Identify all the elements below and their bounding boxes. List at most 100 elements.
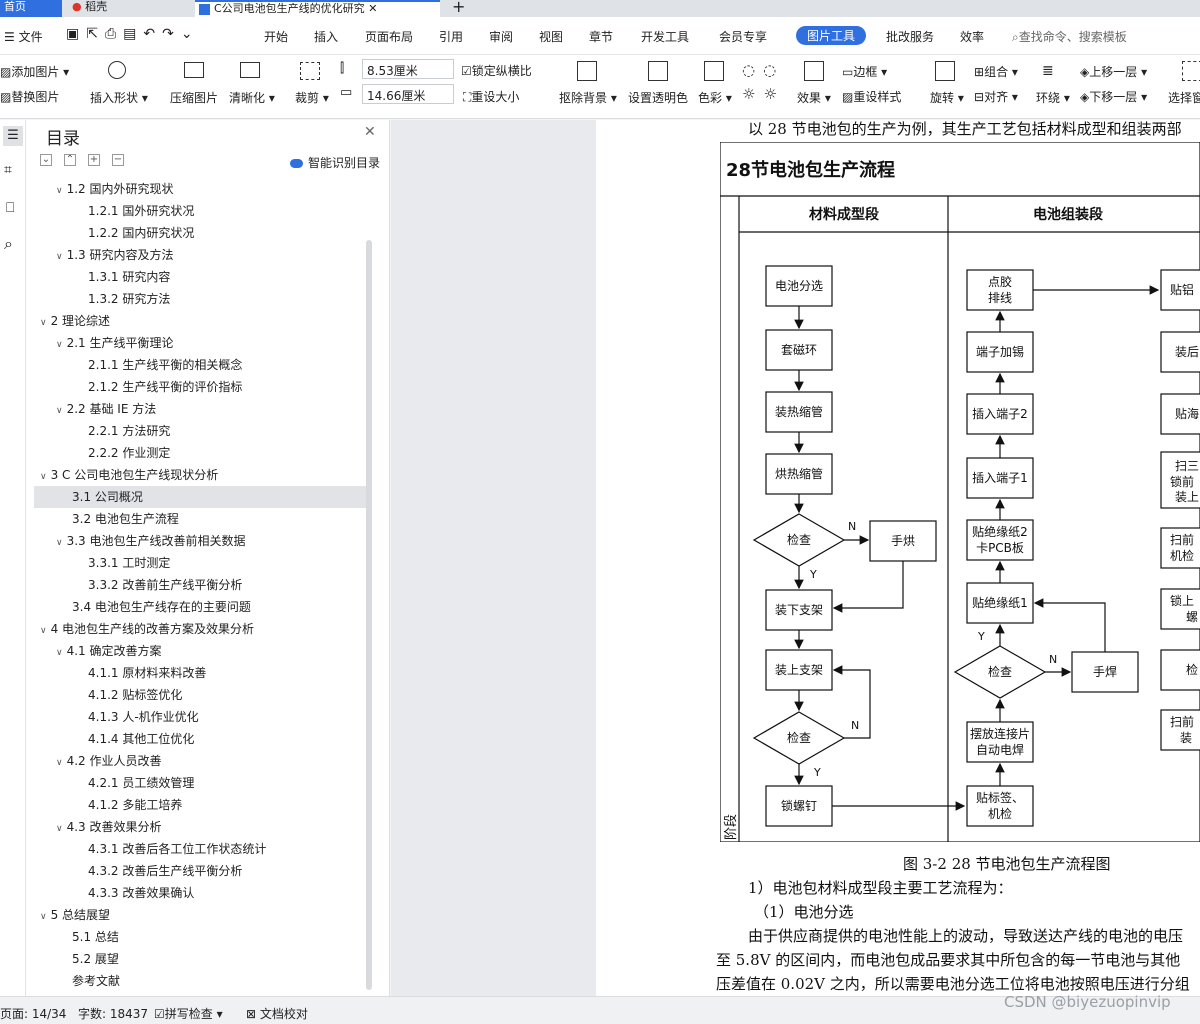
toc-item[interactable]: ∨ 5 总结展望 — [34, 904, 368, 926]
menu-layout[interactable]: 页面布局 — [365, 28, 413, 45]
set-transparent-button[interactable]: 设置透明色 — [628, 89, 688, 106]
toc-item[interactable]: 1.3.2 研究方法 — [34, 288, 368, 310]
new-tab-button[interactable]: + — [452, 0, 465, 16]
contrast-down-icon[interactable]: ◌ — [763, 61, 784, 79]
command-search[interactable]: ⌕查找命令、搜索模板 — [1012, 28, 1127, 45]
chevron-down-icon[interactable]: ⌄ — [181, 26, 200, 42]
toc-item[interactable]: ∨ 3 C 公司电池包生产线现状分析 — [34, 464, 368, 486]
remove-bg-button[interactable]: 抠除背景 ▾ — [559, 89, 617, 106]
menu-start[interactable]: 开始 — [264, 28, 288, 45]
brightness-down-icon[interactable]: ☼ — [763, 85, 784, 103]
print-icon[interactable]: ⎙ — [105, 26, 123, 42]
close-icon[interactable]: ✕ — [368, 2, 377, 15]
toc-item[interactable]: 1.2.2 国内研究状况 — [34, 222, 368, 244]
export-icon[interactable]: ⇱ — [86, 26, 105, 42]
menu-correction[interactable]: 批改服务 — [886, 28, 934, 45]
chevron-down-icon[interactable]: ∨ — [56, 340, 63, 350]
toc-item[interactable]: ∨ 4 电池包生产线的改善方案及效果分析 — [34, 618, 368, 640]
chevron-down-icon[interactable]: ∨ — [56, 648, 63, 658]
flowchart-figure[interactable]: 28节电池包生产流程 材料成型段 电池组装段 阶段 电池分选 套磁环 装热缩管 … — [720, 142, 1200, 842]
menu-developer[interactable]: 开发工具 — [641, 28, 689, 45]
toc-item[interactable]: 5.1 总结 — [34, 926, 368, 948]
lock-ratio-checkbox[interactable]: ☑锁定纵横比 — [461, 62, 532, 79]
crop-button[interactable]: 裁剪 ▾ — [295, 89, 329, 106]
menu-view[interactable]: 视图 — [539, 28, 563, 45]
toc-item[interactable]: 4.1.2 贴标签优化 — [34, 684, 368, 706]
menu-insert[interactable]: 插入 — [314, 28, 338, 45]
chevron-down-icon[interactable]: ∨ — [56, 824, 63, 834]
menu-picture-tools[interactable]: 图片工具 — [796, 26, 867, 45]
toc-item[interactable]: 3.1 公司概况 — [34, 486, 368, 508]
save-icon[interactable]: ▣ — [66, 26, 86, 42]
toc-item[interactable]: 4.3.2 改善后生产线平衡分析 — [34, 860, 368, 882]
send-backward-button[interactable]: ◈下移一层 ▾ — [1080, 88, 1147, 105]
align-button[interactable]: ⊟对齐 ▾ — [974, 88, 1018, 105]
find-icon[interactable]: ⌕ — [4, 234, 13, 254]
compress-button[interactable]: 压缩图片 — [170, 89, 218, 106]
menu-reference[interactable]: 引用 — [439, 28, 463, 45]
preview-icon[interactable]: ▤ — [123, 26, 143, 42]
chevron-down-icon[interactable]: ∨ — [56, 758, 63, 768]
rotate-button[interactable]: 旋转 ▾ — [930, 89, 964, 106]
chevron-down-icon[interactable]: ∨ — [56, 538, 63, 548]
chevron-down-icon[interactable]: ∨ — [56, 186, 63, 196]
toc-item[interactable]: 4.1.3 人-机作业优化 — [34, 706, 368, 728]
selection-pane-button[interactable]: 选择窗格 — [1168, 89, 1200, 106]
chevron-down-icon[interactable]: ∨ — [56, 406, 63, 416]
chevron-down-icon[interactable]: ∨ — [40, 472, 47, 482]
chevron-down-icon[interactable]: ∨ — [40, 912, 47, 922]
border-button[interactable]: ▭边框 ▾ — [842, 63, 887, 80]
chevron-down-icon[interactable]: ∨ — [56, 252, 63, 262]
page-indicator[interactable]: 页面: 14/34 — [0, 1005, 66, 1022]
file-menu[interactable]: ☰ 文件 — [4, 28, 43, 45]
toc-item[interactable]: 2.2.2 作业测定 — [34, 442, 368, 464]
chevron-down-icon[interactable]: ∨ — [40, 318, 47, 328]
redo-icon[interactable]: ↷ — [162, 26, 181, 42]
toc-item[interactable]: 4.1.2 多能工培养 — [34, 794, 368, 816]
toc-item[interactable]: 4.3.3 改善效果确认 — [34, 882, 368, 904]
chapter-nav-icon[interactable]: ⌗ — [4, 162, 12, 178]
toc-item[interactable]: 3.4 电池包生产线存在的主要问题 — [34, 596, 368, 618]
collapse-all-icon[interactable]: ⌄ — [40, 154, 52, 166]
toc-item[interactable]: 参考文献 — [34, 970, 368, 992]
chevron-down-icon[interactable]: ∨ — [40, 626, 47, 636]
tab-document[interactable]: C公司电池包生产线的优化研究 ✕ — [195, 0, 440, 17]
toc-item[interactable]: 3.3.2 改善前生产线平衡分析 — [34, 574, 368, 596]
toc-item[interactable]: ∨ 4.1 确定改善方案 — [34, 640, 368, 662]
proofread-button[interactable]: ⊠ 文档校对 — [246, 1005, 308, 1022]
brightness-up-icon[interactable]: ☼ — [742, 85, 763, 103]
toc-item[interactable]: 4.1.4 其他工位优化 — [34, 728, 368, 750]
add-heading-icon[interactable]: + — [88, 154, 100, 166]
tab-daoke[interactable]: ● 稻壳 — [68, 0, 188, 17]
add-image-button[interactable]: ▨添加图片 ▾ — [0, 63, 69, 80]
toc-item[interactable]: ∨ 2 理论综述 — [34, 310, 368, 332]
effect-button[interactable]: 效果 ▾ — [797, 89, 831, 106]
group-button[interactable]: ⊞组合 ▾ — [974, 63, 1018, 80]
toc-item[interactable]: 1.2.1 国外研究状况 — [34, 200, 368, 222]
smart-toc-button[interactable]: 智能识别目录 — [290, 154, 380, 171]
height-input[interactable]: 14.66厘米 — [362, 84, 454, 104]
menu-chapter[interactable]: 章节 — [589, 28, 613, 45]
toc-item[interactable]: ∨ 1.3 研究内容及方法 — [34, 244, 368, 266]
reset-style-button[interactable]: ▨重设样式 — [842, 88, 901, 105]
toc-item[interactable]: ∨ 4.2 作业人员改善 — [34, 750, 368, 772]
brightness-buttons[interactable]: ☼☼ — [742, 85, 785, 103]
brightness-contrast-buttons[interactable]: ◌◌ — [742, 61, 784, 79]
contrast-up-icon[interactable]: ◌ — [742, 61, 763, 79]
toc-item[interactable]: 5.2 展望 — [34, 948, 368, 970]
wrap-button[interactable]: 环绕 ▾ — [1036, 89, 1070, 106]
reset-size-button[interactable]: ⛶重设大小 — [463, 88, 519, 105]
menu-member[interactable]: 会员专享 — [719, 28, 767, 45]
toc-item[interactable]: 2.1.2 生产线平衡的评价指标 — [34, 376, 368, 398]
quick-access-toolbar[interactable]: ▣⇱⎙▤↶↷⌄ — [66, 26, 200, 42]
toc-item[interactable]: 3.2 电池包生产流程 — [34, 508, 368, 530]
toc-scrollbar[interactable] — [366, 240, 372, 990]
tab-home[interactable]: 首页 — [0, 0, 62, 17]
toc-item[interactable]: 2.2.1 方法研究 — [34, 420, 368, 442]
color-button[interactable]: 色彩 ▾ — [698, 89, 732, 106]
clarify-button[interactable]: 清晰化 ▾ — [229, 89, 275, 106]
toc-item[interactable]: ∨ 1.2 国内外研究现状 — [34, 178, 368, 200]
word-count[interactable]: 字数: 18437 — [78, 1005, 148, 1022]
toc-item[interactable]: 4.3.1 改善后各工位工作状态统计 — [34, 838, 368, 860]
bookmark-icon[interactable]: ⎕ — [6, 200, 14, 216]
